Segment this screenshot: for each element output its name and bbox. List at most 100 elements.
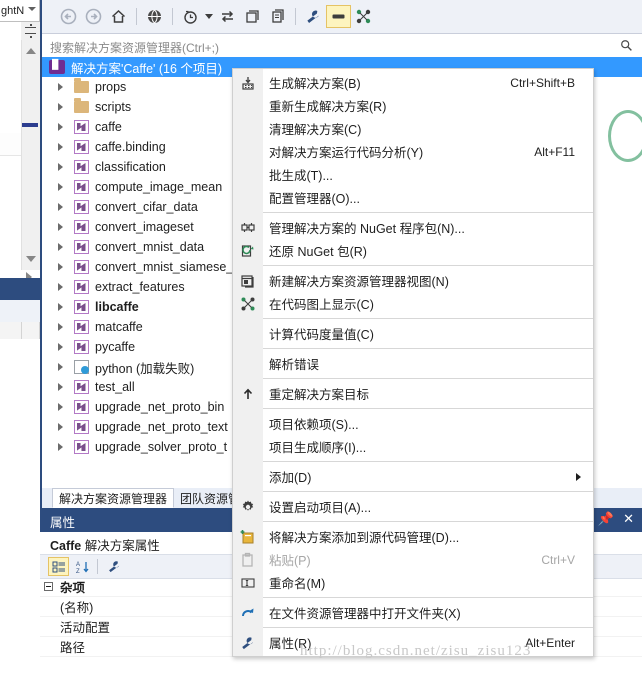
menu-separator — [263, 521, 593, 522]
menu-item-no-icon — [233, 465, 263, 488]
forward-button[interactable] — [81, 5, 106, 28]
properties-toolbar-separator — [97, 559, 98, 574]
chevron-right-icon[interactable] — [54, 443, 66, 451]
chevron-right-icon[interactable] — [54, 423, 66, 431]
menu-item[interactable]: 项目依赖项(S)... — [233, 412, 593, 435]
project-icon — [72, 179, 90, 195]
chevron-right-icon[interactable] — [54, 403, 66, 411]
collapse-all-button[interactable] — [240, 5, 265, 28]
properties-button[interactable] — [301, 5, 326, 28]
menu-item[interactable]: 解析错误 — [233, 352, 593, 375]
search-input-placeholder[interactable]: 搜索解决方案资源管理器(Ctrl+;) — [50, 39, 219, 56]
menu-item[interactable]: 新建解决方案资源管理器视图(N) — [233, 269, 593, 292]
menu-item[interactable]: 重定解决方案目标 — [233, 382, 593, 405]
chevron-right-icon[interactable] — [54, 283, 66, 291]
web-view-button[interactable] — [142, 5, 167, 28]
chevron-right-icon[interactable] — [54, 303, 66, 311]
menu-item-label: 重命名(M) — [269, 577, 326, 591]
scroll-down-arrow-icon[interactable] — [21, 250, 40, 267]
chevron-right-icon[interactable] — [54, 223, 66, 231]
chevron-down-icon — [28, 7, 36, 11]
menu-item[interactable]: 将解决方案添加到源代码管理(D)... — [233, 525, 593, 548]
toolbar-separator — [136, 8, 137, 25]
source-control-add-icon — [233, 525, 263, 548]
menu-item-label: 将解决方案添加到源代码管理(D)... — [269, 531, 460, 545]
tree-item-label: extract_features — [95, 280, 185, 294]
menu-item[interactable]: 生成解决方案(B) Ctrl+Shift+B — [233, 71, 593, 94]
chevron-right-icon[interactable] — [54, 363, 66, 371]
editor-vertical-scrollbar[interactable] — [21, 22, 41, 270]
menu-item-no-icon — [233, 94, 263, 117]
menu-item-no-icon — [233, 117, 263, 140]
menu-separator — [263, 348, 593, 349]
back-button[interactable] — [56, 5, 81, 28]
categorized-view-button[interactable] — [48, 557, 69, 576]
tree-item-label: convert_mnist_siamese_ — [95, 260, 234, 274]
menu-separator — [263, 318, 593, 319]
show-all-files-button[interactable] — [265, 5, 290, 28]
editor-member-dropdown[interactable]: ghtN — [0, 0, 40, 22]
menu-item-label: 清理解决方案(C) — [269, 123, 362, 137]
tree-item-label: scripts — [95, 100, 132, 114]
menu-item[interactable]: 管理解决方案的 NuGet 程序包(N)... — [233, 216, 593, 239]
new-window-icon — [233, 269, 263, 292]
editor-member-dropdown-value: ghtN — [1, 4, 25, 17]
solution-explorer-search[interactable]: 搜索解决方案资源管理器(Ctrl+;) — [42, 33, 642, 59]
paste-icon — [233, 548, 263, 571]
menu-item[interactable]: 添加(D) — [233, 465, 593, 488]
menu-item[interactable]: 重新生成解决方案(R) — [233, 94, 593, 117]
menu-item: 粘贴(P) Ctrl+V — [233, 548, 593, 571]
chevron-right-icon[interactable] — [54, 123, 66, 131]
chevron-right-icon[interactable] — [54, 343, 66, 351]
chevron-right-icon[interactable] — [54, 83, 66, 91]
chevron-right-icon[interactable] — [54, 263, 66, 271]
menu-item[interactable]: 项目生成顺序(I)... — [233, 435, 593, 458]
search-icon[interactable] — [620, 39, 633, 52]
code-map-button[interactable] — [351, 5, 376, 28]
project-icon — [72, 119, 90, 135]
menu-item[interactable]: 还原 NuGet 包(R) — [233, 239, 593, 262]
chevron-right-icon[interactable] — [54, 143, 66, 151]
menu-item-label: 管理解决方案的 NuGet 程序包(N)... — [269, 222, 465, 236]
menu-item[interactable]: 重命名(M) — [233, 571, 593, 594]
menu-item[interactable]: 对解决方案运行代码分析(Y) Alt+F11 — [233, 140, 593, 163]
menu-item-shortcut: Ctrl+V — [541, 552, 575, 567]
chevron-right-icon[interactable] — [54, 183, 66, 191]
preview-selected-items-button[interactable] — [326, 5, 351, 28]
menu-item[interactable]: 计算代码度量值(C) — [233, 322, 593, 345]
chevron-right-icon[interactable] — [54, 323, 66, 331]
svg-text:A: A — [76, 562, 80, 568]
menu-separator — [263, 461, 593, 462]
menu-item-label: 计算代码度量值(C) — [269, 328, 374, 342]
property-pages-button[interactable] — [104, 557, 125, 576]
pin-icon[interactable]: 📌 — [598, 511, 614, 527]
scroll-up-arrow-icon[interactable] — [21, 42, 40, 59]
splitter-handle-icon[interactable] — [21, 22, 40, 40]
menu-separator — [263, 627, 593, 628]
tab-solution-explorer[interactable]: 解决方案资源管理器 — [52, 488, 175, 508]
chevron-right-icon[interactable] — [54, 383, 66, 391]
left-tool-search-row[interactable] — [0, 300, 40, 617]
properties-object-kind: 解决方案属性 — [81, 539, 160, 553]
code-map-icon — [233, 292, 263, 315]
close-icon[interactable]: ✕ — [623, 511, 634, 527]
sync-with-active-document-button[interactable] — [215, 5, 240, 28]
menu-item[interactable]: 配置管理器(O)... — [233, 186, 593, 209]
chevron-right-icon[interactable] — [54, 103, 66, 111]
menu-item[interactable]: 设置启动项目(A)... — [233, 495, 593, 518]
alphabetical-sort-button[interactable]: AZ — [72, 557, 93, 576]
folder-icon — [72, 98, 90, 115]
tab-solution-explorer-label: 解决方案资源管理器 — [59, 491, 168, 506]
home-button[interactable] — [106, 5, 131, 28]
collapse-box-icon[interactable] — [40, 582, 56, 591]
menu-item[interactable]: 批生成(T)... — [233, 163, 593, 186]
chevron-right-icon[interactable] — [54, 243, 66, 251]
menu-item[interactable]: 在代码图上显示(C) — [233, 292, 593, 315]
menu-item[interactable]: 在文件资源管理器中打开文件夹(X) — [233, 601, 593, 624]
chevron-right-icon[interactable] — [54, 203, 66, 211]
menu-item[interactable]: 清理解决方案(C) — [233, 117, 593, 140]
chevron-right-icon[interactable] — [54, 163, 66, 171]
tree-item-label: upgrade_solver_proto_t — [95, 440, 228, 454]
pending-changes-dropdown[interactable] — [203, 5, 215, 28]
pending-changes-button[interactable] — [178, 5, 203, 28]
